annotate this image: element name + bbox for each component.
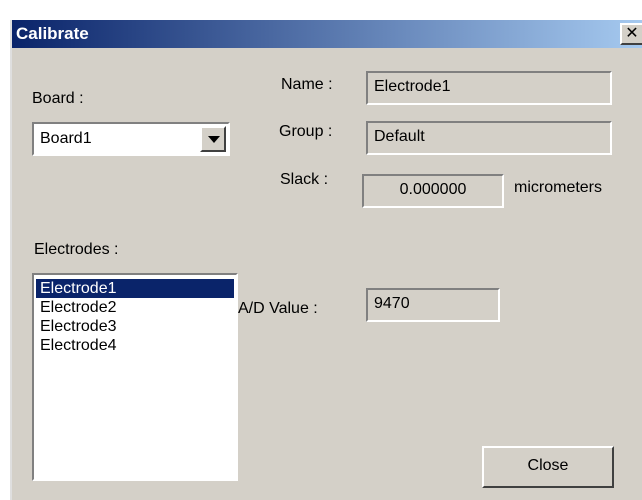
window-title: Calibrate <box>16 24 89 43</box>
chevron-down-icon[interactable] <box>200 126 226 152</box>
ad-value-field[interactable]: 9470 <box>366 288 500 322</box>
title-bar: Calibrate ✕ <box>12 20 642 48</box>
close-icon[interactable]: ✕ <box>620 23 642 45</box>
list-item[interactable]: Electrode1 <box>36 279 234 298</box>
electrodes-label: Electrodes : <box>34 241 119 258</box>
list-item[interactable]: Electrode4 <box>36 336 234 355</box>
calibrate-dialog: Calibrate ✕ Board : Board1 Name : Electr… <box>10 20 642 500</box>
group-field[interactable]: Default <box>366 121 612 155</box>
board-select[interactable]: Board1 <box>32 122 230 156</box>
slack-field[interactable]: 0.000000 <box>362 174 504 208</box>
list-item[interactable]: Electrode3 <box>36 317 234 336</box>
board-select-value: Board1 <box>40 130 92 147</box>
name-label: Name : <box>281 76 333 93</box>
close-button[interactable]: Close <box>482 446 614 488</box>
slack-unit: micrometers <box>514 179 603 196</box>
name-field[interactable]: Electrode1 <box>366 71 612 105</box>
list-item[interactable]: Electrode2 <box>36 298 234 317</box>
electrodes-list[interactable]: Electrode1 Electrode2 Electrode3 Electro… <box>32 273 238 481</box>
ad-value-label: A/D Value : <box>238 300 318 317</box>
slack-label: Slack : <box>280 171 329 188</box>
board-label: Board : <box>32 90 84 107</box>
group-label: Group : <box>279 123 333 140</box>
